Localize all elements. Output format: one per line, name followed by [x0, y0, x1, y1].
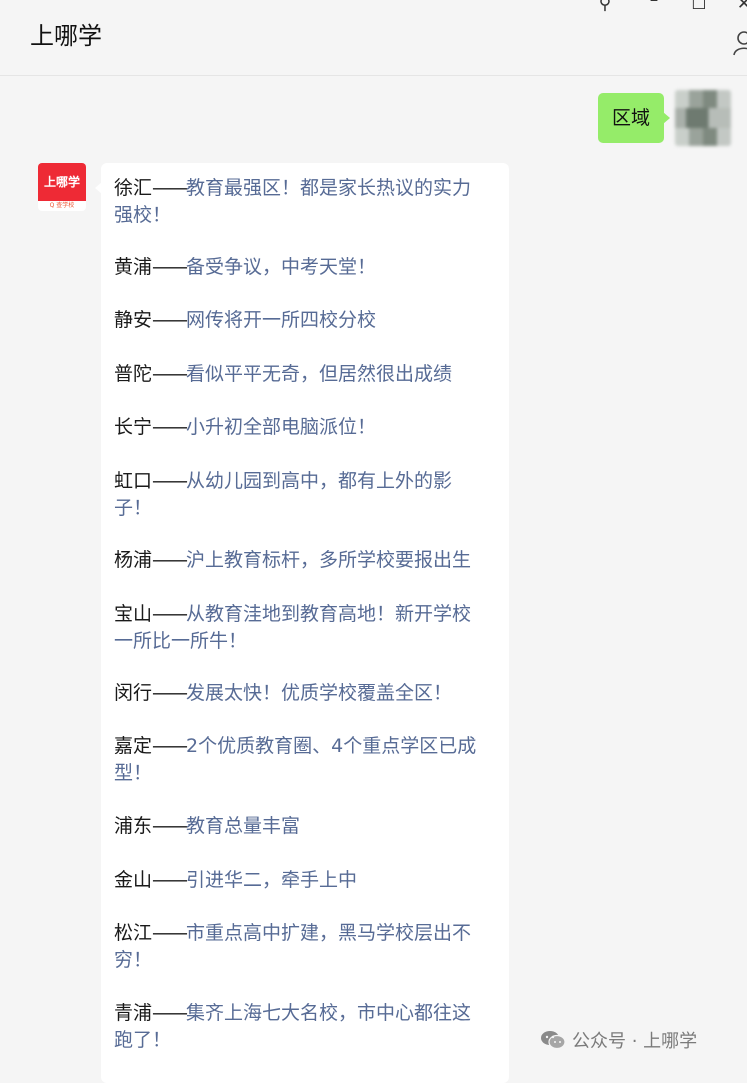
separator-dash: —— — [152, 309, 188, 331]
separator-dash: —— — [152, 922, 188, 944]
district-entry: 徐汇——教育最强区！都是家长热议的实力 强校！ — [114, 175, 496, 229]
district-entry: 杨浦——沪上教育标杆，多所学校要报出生 — [114, 547, 496, 574]
district-description[interactable]: 子！ — [114, 497, 152, 519]
avatar-logo-text: 上哪学 — [38, 163, 86, 201]
district-description[interactable]: 看似平平无奇，但居然很出成绩 — [186, 363, 452, 385]
maximize-icon[interactable]: ☐ — [688, 0, 710, 14]
avatar-subtext: Q 查学校 — [49, 202, 75, 209]
district-name: 浦东 — [114, 815, 153, 837]
district-description[interactable]: 从教育洼地到教育高地！新开学校 — [186, 603, 471, 625]
district-entry: 松江——市重点高中扩建，黑马学校层出不穷！ — [114, 920, 496, 974]
outgoing-message[interactable]: 区域 — [598, 93, 670, 143]
separator-dash: —— — [152, 256, 188, 278]
district-entry: 黄浦——备受争议，中考天堂！ — [114, 254, 496, 281]
separator-dash: —— — [152, 549, 188, 571]
district-name: 宝山 — [114, 603, 153, 625]
close-icon[interactable]: ✕ — [733, 0, 747, 14]
district-entry: 宝山——从教育洼地到教育高地！新开学校一所比一所牛！ — [114, 601, 496, 655]
district-description[interactable]: 备受争议，中考天堂！ — [186, 256, 376, 278]
district-name: 虹口 — [114, 470, 153, 492]
district-description[interactable]: 教育总量丰富 — [186, 815, 300, 837]
district-name: 黄浦 — [114, 256, 153, 278]
district-description[interactable]: 跑了！ — [114, 1029, 171, 1051]
district-name: 杨浦 — [114, 549, 153, 571]
district-entry: 浦东——教育总量丰富 — [114, 813, 496, 840]
district-description[interactable]: 集齐上海七大名校，市中心都往这 — [186, 1002, 471, 1024]
district-entry: 静安——网传将开一所四校分校 — [114, 307, 496, 334]
district-description[interactable]: 穷！ — [114, 949, 152, 971]
district-entry: 金山——引进华二，牵手上中 — [114, 867, 496, 894]
separator-dash: —— — [152, 1002, 188, 1024]
chat-info-icon[interactable] — [733, 30, 747, 56]
district-description[interactable]: 引进华二，牵手上中 — [186, 869, 357, 891]
district-description[interactable]: 市重点高中扩建，黑马学校层出不 — [186, 922, 471, 944]
district-name: 松江 — [114, 922, 153, 944]
district-name: 静安 — [114, 309, 153, 331]
separator-dash: —— — [152, 416, 188, 438]
contact-avatar[interactable]: 上哪学 Q 查学校 — [38, 163, 86, 211]
district-entry: 嘉定——2个优质教育圈、4个重点学区已成型！ — [114, 733, 496, 787]
district-name: 长宁 — [114, 416, 153, 438]
title-bar: 上哪学 ⚲ – ☐ ✕ — [0, 0, 747, 76]
district-entry: 长宁——小升初全部电脑派位！ — [114, 414, 496, 441]
district-name: 嘉定 — [114, 735, 153, 757]
district-description[interactable]: 发展太快！优质学校覆盖全区！ — [186, 682, 452, 704]
district-description[interactable]: 一所比一所牛！ — [114, 630, 247, 652]
watermark-text: 公众号 · 上哪学 — [572, 1031, 698, 1052]
district-name: 金山 — [114, 869, 153, 891]
wechat-icon — [541, 1031, 566, 1050]
separator-dash: —— — [152, 177, 188, 199]
district-entry: 普陀——看似平平无奇，但居然很出成绩 — [114, 361, 496, 388]
self-avatar[interactable] — [675, 90, 731, 146]
separator-dash: —— — [152, 603, 188, 625]
separator-dash: —— — [152, 470, 188, 492]
district-name: 徐汇 — [114, 177, 153, 199]
separator-dash: —— — [152, 363, 188, 385]
district-name: 闵行 — [114, 682, 153, 704]
district-description[interactable]: 从幼儿园到高中，都有上外的影 — [186, 470, 452, 492]
district-entry: 闵行——发展太快！优质学校覆盖全区！ — [114, 680, 496, 707]
pin-icon[interactable]: ⚲ — [594, 0, 616, 14]
district-entry: 虹口——从幼儿园到高中，都有上外的影子！ — [114, 468, 496, 522]
district-name: 普陀 — [114, 363, 153, 385]
chat-title: 上哪学 — [30, 22, 102, 50]
district-description[interactable]: 教育最强区！都是家长热议的实力 — [186, 177, 471, 199]
district-description[interactable]: 网传将开一所四校分校 — [186, 309, 376, 331]
minimize-icon[interactable]: – — [643, 0, 665, 10]
district-description[interactable]: 小升初全部电脑派位！ — [186, 416, 376, 438]
district-description[interactable]: 沪上教育标杆，多所学校要报出生 — [186, 549, 471, 571]
district-description[interactable]: 型！ — [114, 762, 152, 784]
separator-dash: —— — [152, 735, 188, 757]
separator-dash: —— — [152, 869, 188, 891]
separator-dash: —— — [152, 682, 188, 704]
separator-dash: —— — [152, 815, 188, 837]
watermark: 公众号 · 上哪学 — [540, 1027, 697, 1053]
district-description[interactable]: 强校！ — [114, 204, 171, 226]
district-name: 青浦 — [114, 1002, 153, 1024]
district-description[interactable]: 2个优质教育圈、4个重点学区已成 — [186, 735, 476, 757]
incoming-message[interactable]: 徐汇——教育最强区！都是家长热议的实力 强校！ 黄浦——备受争议，中考天堂！ 静安——… — [95, 163, 509, 1083]
district-entry: 青浦——集齐上海七大名校，市中心都往这 跑了！ — [114, 1000, 496, 1054]
